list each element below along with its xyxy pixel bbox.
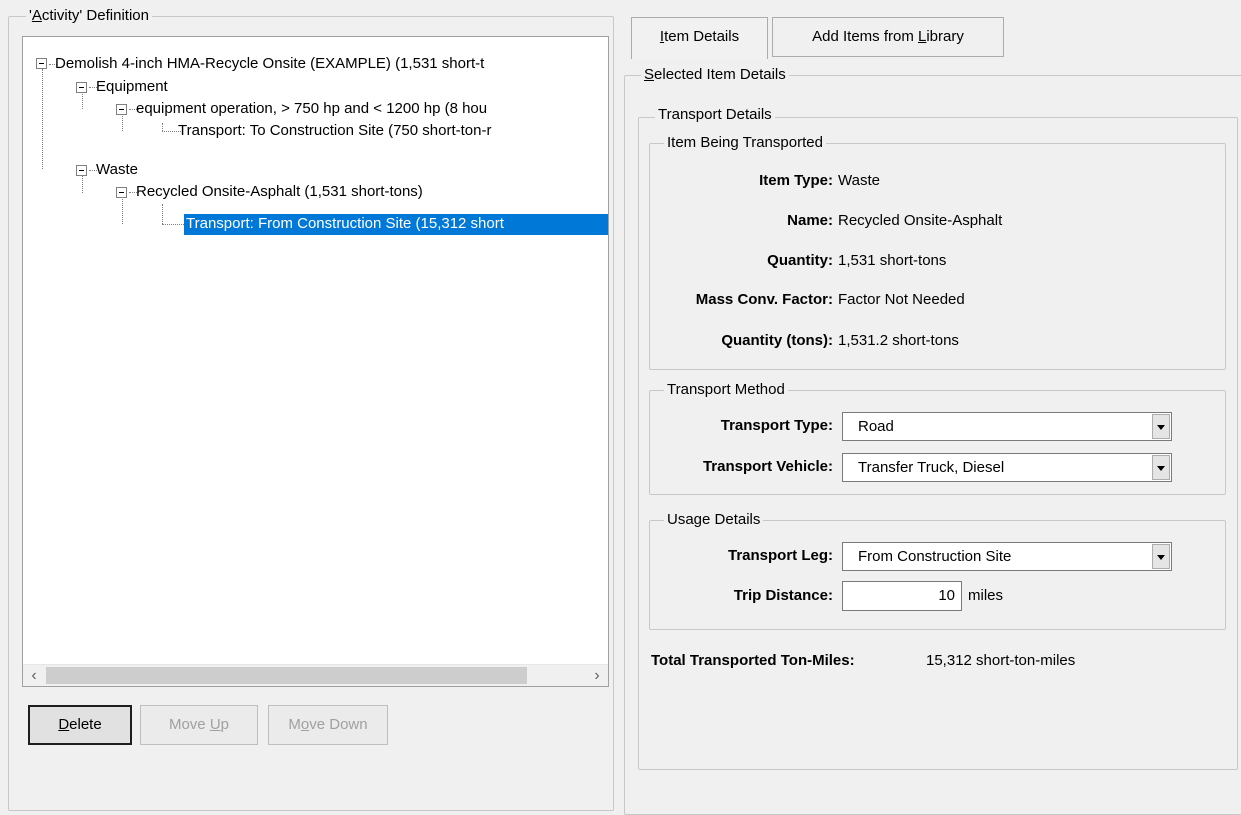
delete-button[interactable]: Delete <box>28 705 132 745</box>
transport-type-value: Road <box>858 418 894 435</box>
tab-item-details[interactable]: Item Details <box>631 17 768 59</box>
tree-node-waste[interactable]: Waste <box>96 160 138 181</box>
transport-vehicle-value: Transfer Truck, Diesel <box>858 459 1005 476</box>
total-ton-miles-label: Total Transported Ton-Miles: <box>651 652 855 669</box>
transport-type-label: Transport Type: <box>720 417 833 434</box>
quantity-tons-value: 1,531.2 short-tons <box>838 332 959 349</box>
name-value: Recycled Onsite-Asphalt <box>838 212 1003 229</box>
name-label: Name: <box>787 212 833 229</box>
tab-add-items-from-library[interactable]: Add Items from Library <box>772 17 1004 57</box>
scroll-right-icon[interactable]: › <box>586 665 608 687</box>
scrollbar-thumb[interactable] <box>46 667 527 684</box>
quantity-value: 1,531 short-tons <box>838 252 947 269</box>
tree-node-equipment-operation[interactable]: equipment operation, > 750 hp and < 1200… <box>136 99 487 120</box>
collapse-icon[interactable] <box>76 165 87 176</box>
usage-details-title: Usage Details <box>664 511 764 529</box>
total-ton-miles-value: 15,312 short-ton-miles <box>926 652 1076 669</box>
chevron-down-icon[interactable] <box>1152 455 1170 480</box>
tree-line <box>82 91 83 109</box>
transport-leg-dropdown[interactable]: From Construction Site <box>842 542 1172 571</box>
move-down-button[interactable]: Move Down <box>268 705 388 745</box>
collapse-icon[interactable] <box>76 82 87 93</box>
transport-details-title: Transport Details <box>655 106 775 124</box>
item-type-value: Waste <box>838 172 880 189</box>
collapse-icon[interactable] <box>36 58 47 69</box>
transport-leg-label: Transport Leg: <box>727 547 833 564</box>
quantity-tons-label: Quantity (tons): <box>721 332 833 349</box>
trip-distance-label: Trip Distance: <box>733 587 833 604</box>
tree-node-transport-from-site[interactable]: Transport: From Construction Site (15,31… <box>184 214 608 235</box>
usage-details-group <box>649 520 1226 630</box>
item-type-label: Item Type: <box>759 172 833 189</box>
collapse-icon[interactable] <box>116 187 127 198</box>
chevron-down-icon[interactable] <box>1152 544 1170 569</box>
tree-node-root[interactable]: Demolish 4-inch HMA-Recycle Onsite (EXAM… <box>55 54 484 75</box>
transport-method-title: Transport Method <box>664 381 788 399</box>
trip-distance-input[interactable]: 10 <box>842 581 962 611</box>
tree-line <box>122 113 123 131</box>
transport-type-dropdown[interactable]: Road <box>842 412 1172 441</box>
tree-line <box>162 204 163 224</box>
tree-line <box>162 224 184 225</box>
horizontal-scrollbar[interactable]: ‹ › <box>23 664 608 686</box>
tree-line <box>162 123 163 131</box>
activity-definition-title: 'Activity' Definition <box>26 7 152 25</box>
scroll-left-icon[interactable]: ‹ <box>23 665 45 687</box>
trip-distance-unit: miles <box>968 587 1004 604</box>
transport-vehicle-dropdown[interactable]: Transfer Truck, Diesel <box>842 453 1172 482</box>
mass-conv-factor-label: Mass Conv. Factor: <box>695 291 833 308</box>
move-up-button[interactable]: Move Up <box>140 705 258 745</box>
tree-node-recycled-asphalt[interactable]: Recycled Onsite-Asphalt (1,531 short-ton… <box>136 182 423 203</box>
item-being-transported-title: Item Being Transported <box>664 134 826 152</box>
quantity-label: Quantity: <box>767 252 833 269</box>
tree-line <box>42 69 43 169</box>
chevron-down-icon[interactable] <box>1152 414 1170 439</box>
selected-item-details-title: Selected Item Details <box>641 66 789 84</box>
tree-node-transport-to-site[interactable]: Transport: To Construction Site (750 sho… <box>178 121 491 142</box>
transport-leg-value: From Construction Site <box>858 548 1012 565</box>
tree-line <box>122 197 123 224</box>
transport-vehicle-label: Transport Vehicle: <box>702 458 833 475</box>
activity-tree[interactable]: Demolish 4-inch HMA-Recycle Onsite (EXAM… <box>22 36 609 687</box>
tree-node-equipment[interactable]: Equipment <box>96 77 168 98</box>
mass-conv-factor-value: Factor Not Needed <box>838 291 965 308</box>
collapse-icon[interactable] <box>116 104 127 115</box>
tree-line <box>82 175 83 193</box>
